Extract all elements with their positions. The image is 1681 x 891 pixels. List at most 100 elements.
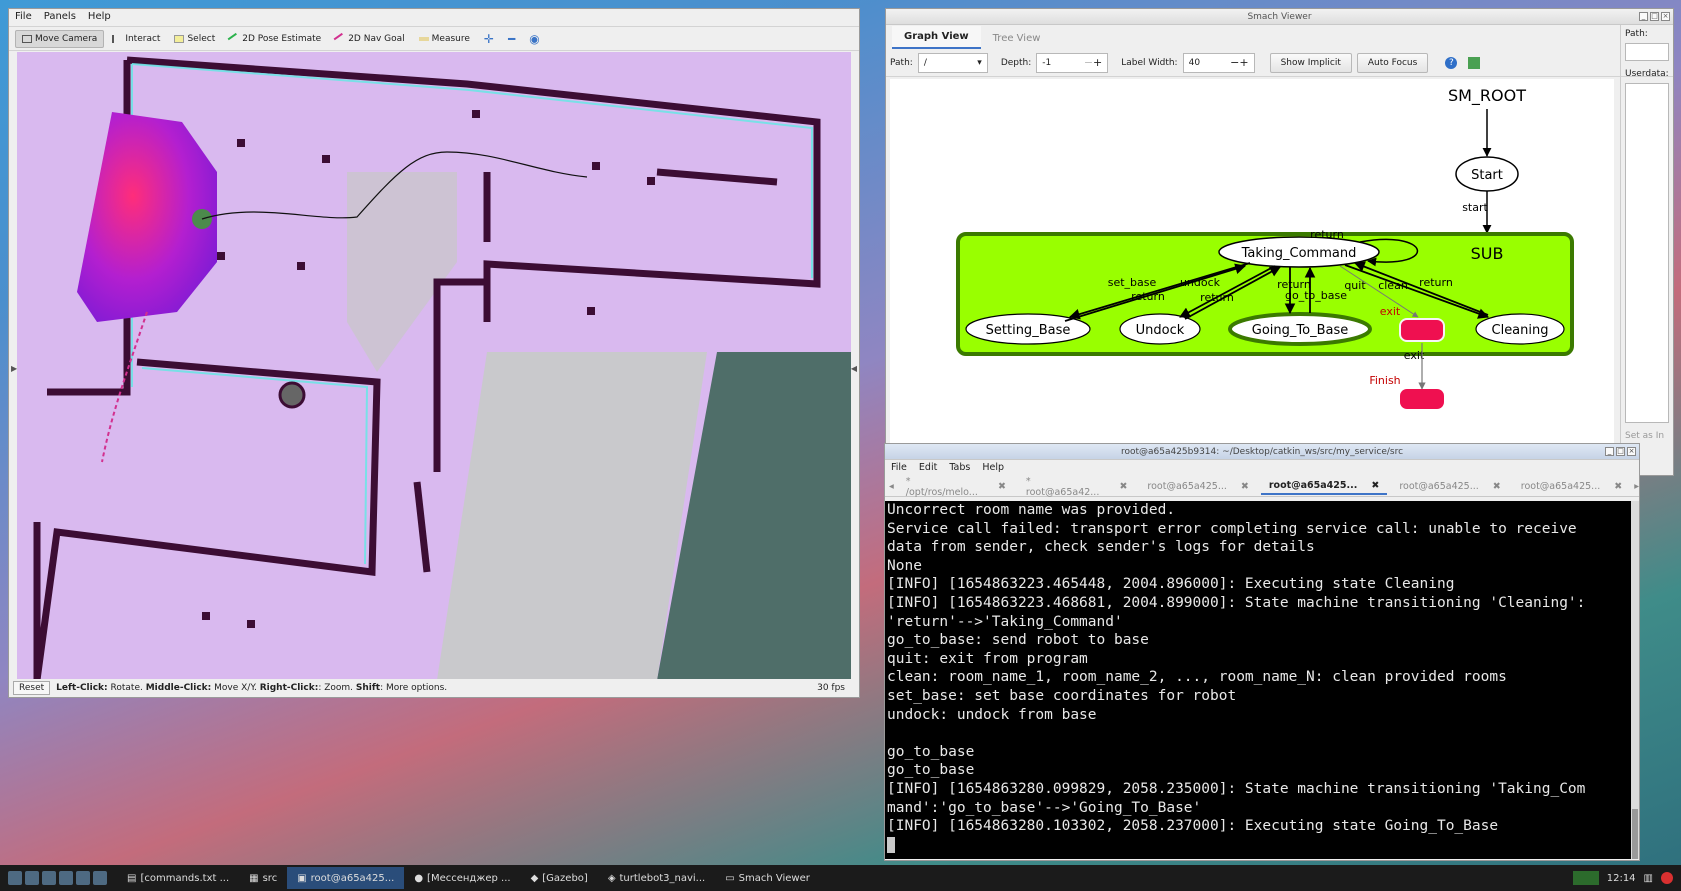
tool-measure[interactable]: Measure <box>413 31 476 47</box>
close-icon[interactable]: ✖ <box>1614 481 1622 492</box>
window-icon: ▭ <box>725 872 735 884</box>
show-implicit-button[interactable]: Show Implicit <box>1269 52 1352 73</box>
desktop-icon[interactable] <box>59 871 73 885</box>
task-label: root@a65a425... <box>310 872 395 884</box>
scroll-right-icon[interactable]: ▸ <box>1634 481 1639 492</box>
power-icon[interactable] <box>1661 872 1673 884</box>
state-going-to-base-label: Going_To_Base <box>1252 323 1348 338</box>
smach-titlebar: Smach Viewer _ □ × <box>886 9 1673 25</box>
window-title: root@a65a425b9314: ~/Desktop/catkin_ws/s… <box>1120 447 1404 457</box>
terminal-output[interactable]: Uncorrect room name was provided. Service… <box>885 501 1632 859</box>
userdata-view[interactable] <box>1625 83 1669 423</box>
terminal-tab[interactable]: root@a65a425... ✖ <box>1513 479 1630 494</box>
label-width-stepper[interactable]: 40 −+ <box>1182 52 1255 73</box>
side-hint[interactable]: Set as In <box>1625 431 1669 441</box>
cpu-monitor-icon[interactable] <box>1572 871 1599 885</box>
maximize-icon[interactable]: □ <box>1616 447 1625 456</box>
rviz-icon: ◈ <box>607 872 616 884</box>
close-icon[interactable]: ✖ <box>998 481 1006 492</box>
browser-icon[interactable] <box>42 871 56 885</box>
close-icon[interactable]: ✖ <box>1493 481 1501 492</box>
save-icon[interactable] <box>1468 56 1481 69</box>
close-icon[interactable]: ✖ <box>1241 481 1249 492</box>
tool-move-camera[interactable]: Move Camera <box>15 29 105 48</box>
side-path-field[interactable] <box>1625 43 1669 61</box>
auto-focus-button[interactable]: Auto Focus <box>1356 52 1429 73</box>
minimize-icon[interactable]: _ <box>1639 12 1648 21</box>
path-select[interactable]: / ▾ <box>917 52 988 73</box>
terminal-tab[interactable]: root@a65a425... ✖ <box>1139 479 1256 494</box>
tool-label: Move Camera <box>35 33 98 44</box>
depth-stepper[interactable]: -1 −+ <box>1036 52 1109 73</box>
task-gazebo[interactable]: ◆ [Gazebo] <box>521 867 598 889</box>
hint-text: Move X/Y. <box>211 683 260 693</box>
plus-icon[interactable]: + <box>1239 56 1248 69</box>
close-icon[interactable]: × <box>1627 447 1636 456</box>
network-icon[interactable]: ▥ <box>1644 873 1653 884</box>
task-messenger[interactable]: ● [Мессенджер ... <box>404 867 520 889</box>
task-rviz[interactable]: ◈ turtlebot3_navi... <box>598 867 715 889</box>
mouse-hints: Left-Click: Rotate. Middle-Click: Move X… <box>56 683 447 693</box>
maximize-icon[interactable]: □ <box>1650 12 1659 21</box>
task-terminal[interactable]: ▣ root@a65a425... <box>287 867 405 889</box>
edge-label: undock <box>1180 276 1221 289</box>
terminal-line: mand':'go_to_base'-->'Going_To_Base' <box>887 799 1202 816</box>
map-3d-view[interactable] <box>17 52 851 680</box>
workspace-2-icon[interactable] <box>93 871 107 885</box>
minimize-icon[interactable]: _ <box>1605 447 1614 456</box>
reset-button[interactable]: Reset <box>13 681 51 695</box>
task-src-folder[interactable]: ▦ src <box>239 867 287 889</box>
terminal-scrollbar[interactable] <box>1631 501 1639 859</box>
remove-tool-button[interactable]: ━ <box>502 29 521 49</box>
scroll-left-icon[interactable]: ◂ <box>889 481 894 492</box>
terminal-tab[interactable]: * root@a65a42... ✖ <box>1018 474 1135 500</box>
terminal-prompt[interactable] <box>887 836 1630 855</box>
tool-2d-nav-goal[interactable]: 2D Nav Goal <box>329 31 410 47</box>
task-smach-viewer[interactable]: ▭ Smach Viewer <box>715 867 820 889</box>
terminal-line: quit: exit from program <box>887 650 1088 667</box>
hint-key: Right-Click: <box>259 683 319 693</box>
tool-options-button[interactable]: ◉ <box>523 29 545 49</box>
finish-label: Finish <box>1369 374 1400 387</box>
state-finish[interactable] <box>1400 389 1444 409</box>
close-icon[interactable]: ✖ <box>1119 481 1127 492</box>
menu-file[interactable]: File <box>15 11 32 24</box>
camera-icon <box>22 34 32 43</box>
workspace-1-icon[interactable] <box>76 871 90 885</box>
tab-tree-view[interactable]: Tree View <box>981 28 1053 49</box>
rviz-status-bar: Reset Left-Click: Rotate. Middle-Click: … <box>9 679 859 697</box>
menu-help[interactable]: Help <box>88 11 111 24</box>
menu-panels[interactable]: Panels <box>44 11 76 24</box>
state-machine-graph[interactable]: SM_ROOT Start start SUB Taking_Command r… <box>890 79 1614 454</box>
close-icon[interactable]: × <box>1661 12 1670 21</box>
task-commands-txt[interactable]: ▤ [commands.txt ... <box>117 867 239 889</box>
state-exit-outcome[interactable] <box>1399 318 1445 342</box>
terminal-tab[interactable]: root@a65a425... ✖ <box>1391 479 1508 494</box>
state-cleaning-label: Cleaning <box>1492 323 1549 338</box>
tab-graph-view[interactable]: Graph View <box>892 26 981 49</box>
right-panel-toggle-icon[interactable]: ◀ <box>851 364 857 373</box>
terminal-tab[interactable]: * /opt/ros/melo... ✖ <box>898 474 1014 500</box>
tool-2d-pose-estimate[interactable]: 2D Pose Estimate <box>223 31 327 47</box>
tool-select[interactable]: Select <box>168 31 221 47</box>
add-tool-button[interactable]: ✛ <box>478 29 500 49</box>
task-label: [Gazebo] <box>542 872 588 884</box>
scrollbar-thumb[interactable] <box>1632 809 1638 859</box>
plus-icon[interactable]: + <box>1093 56 1102 69</box>
minus-icon[interactable]: − <box>1084 56 1093 69</box>
tool-interact[interactable]: Interact <box>106 31 166 47</box>
menu-icon[interactable] <box>8 871 22 885</box>
files-icon[interactable] <box>25 871 39 885</box>
terminal-icon: ▣ <box>297 872 307 884</box>
help-icon[interactable]: ? <box>1445 56 1458 69</box>
terminal-tab-active[interactable]: root@a65a425... ✖ <box>1260 478 1388 495</box>
tab-label: root@a65a425... <box>1399 481 1479 492</box>
close-icon[interactable]: ✖ <box>1371 480 1379 491</box>
tab-label: * root@a65a42... <box>1025 475 1100 498</box>
terminal-line: 'return'-->'Taking_Command' <box>887 613 1123 630</box>
hint-text: Rotate. <box>107 683 146 693</box>
minus-icon[interactable]: − <box>1230 56 1239 69</box>
cursor-icon <box>112 34 122 43</box>
clock[interactable]: 12:14 <box>1607 873 1636 884</box>
terminal-line: None <box>887 557 922 574</box>
